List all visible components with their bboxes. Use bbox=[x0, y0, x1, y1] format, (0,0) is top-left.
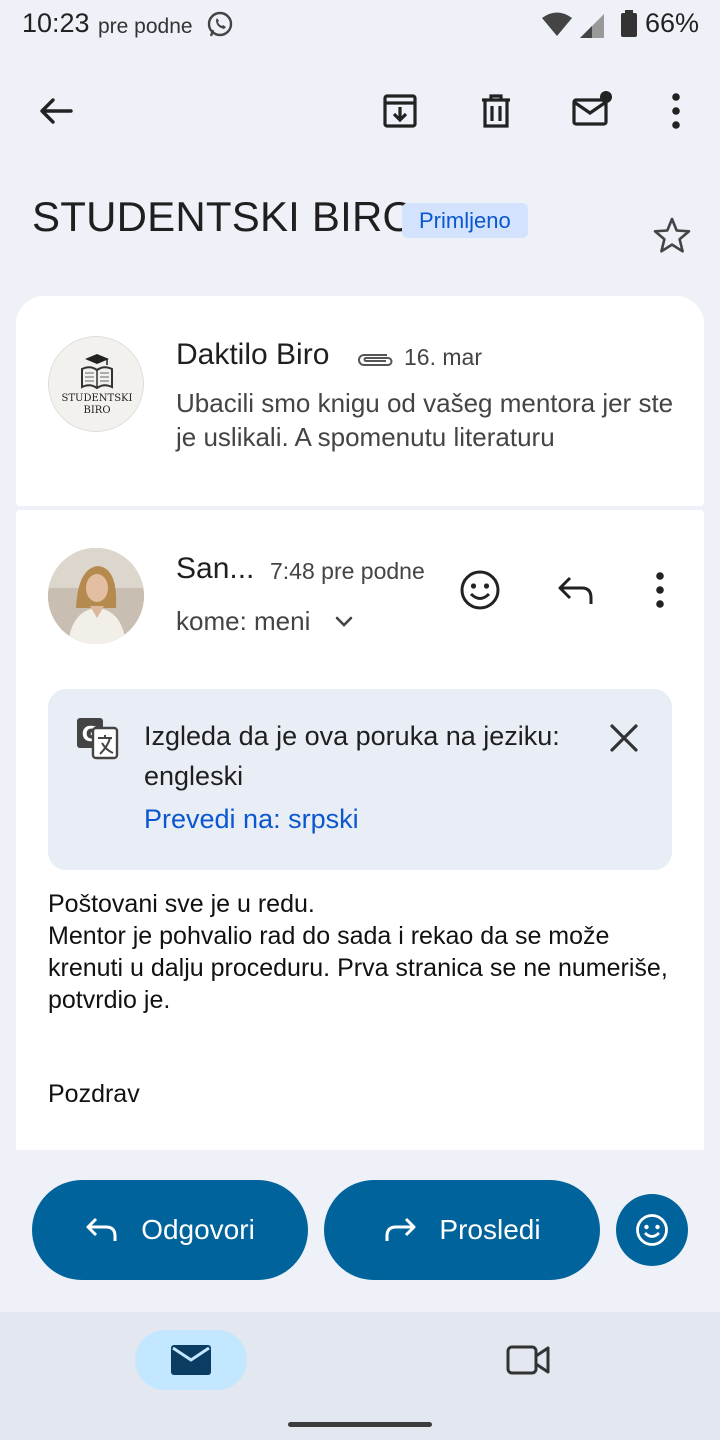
sender-name: Daktilo Biro bbox=[176, 338, 330, 371]
translate-message: Izgleda da je ova poruka na jeziku: engl… bbox=[144, 721, 560, 791]
bottom-navigation bbox=[0, 1312, 720, 1440]
archive-icon bbox=[383, 94, 417, 128]
message-more-button[interactable] bbox=[634, 564, 686, 616]
add-reaction-button[interactable] bbox=[454, 564, 506, 616]
signal-icon bbox=[540, 10, 608, 40]
video-camera-icon bbox=[506, 1345, 550, 1375]
forward-action-button[interactable]: Prosledi bbox=[324, 1180, 600, 1280]
avatar-text-top: STUDENTSKI bbox=[62, 393, 133, 404]
sender-name: San... bbox=[176, 552, 255, 585]
more-options-button[interactable] bbox=[648, 83, 704, 139]
mark-unread-button[interactable] bbox=[564, 83, 620, 139]
reply-action-label: Odgovori bbox=[141, 1214, 255, 1245]
forward-icon bbox=[385, 1217, 416, 1241]
star-button[interactable] bbox=[646, 210, 698, 262]
avatar: STUDENTSKI BIRO bbox=[48, 336, 144, 432]
reply-button[interactable] bbox=[550, 564, 602, 616]
translate-icon: G bbox=[75, 716, 119, 760]
mail-icon bbox=[171, 1345, 211, 1375]
tab-mail[interactable] bbox=[135, 1330, 247, 1390]
emoji-icon bbox=[636, 1214, 668, 1246]
archive-button[interactable] bbox=[372, 83, 428, 139]
close-icon bbox=[610, 724, 638, 752]
message-date: 16. mar bbox=[404, 344, 482, 370]
tab-meet[interactable] bbox=[500, 1335, 556, 1385]
avatar bbox=[48, 548, 144, 644]
status-ampm: pre podne bbox=[98, 15, 193, 38]
close-translate-button[interactable] bbox=[600, 714, 648, 762]
chevron-down-icon[interactable] bbox=[332, 610, 356, 634]
back-arrow-icon bbox=[40, 98, 73, 124]
reaction-action-button[interactable] bbox=[616, 1194, 688, 1266]
reply-icon bbox=[558, 576, 593, 604]
more-vert-icon bbox=[672, 93, 680, 129]
battery-icon bbox=[620, 10, 638, 38]
mark-unread-icon bbox=[572, 91, 612, 126]
recipient-line[interactable]: kome: meni bbox=[176, 606, 310, 637]
message-signoff: Pozdrav bbox=[48, 1080, 140, 1108]
avatar-text-bottom: BIRO bbox=[83, 405, 110, 416]
delete-icon bbox=[482, 94, 510, 128]
back-button[interactable] bbox=[27, 83, 83, 139]
message-snippet: Ubacili smo knigu od vašeg mentora jer s… bbox=[176, 388, 674, 452]
translate-link[interactable]: Prevedi na: srpski bbox=[144, 804, 359, 835]
message-body: Poštovani sve je u redu. Mentor je pohva… bbox=[48, 890, 668, 1014]
forward-action-label: Prosledi bbox=[439, 1214, 541, 1245]
more-vert-icon bbox=[656, 572, 664, 608]
emoji-icon bbox=[460, 570, 500, 610]
thread-subject: STUDENTSKI BIRO bbox=[32, 193, 416, 240]
home-indicator[interactable] bbox=[288, 1422, 432, 1427]
battery-level: 66% bbox=[645, 8, 700, 38]
message-time: 7:48 pre podne bbox=[270, 558, 425, 584]
delete-button[interactable] bbox=[468, 83, 524, 139]
reply-action-button[interactable]: Odgovori bbox=[32, 1180, 308, 1280]
whatsapp-icon bbox=[205, 10, 235, 40]
attachment-icon bbox=[355, 350, 395, 370]
reply-icon bbox=[86, 1217, 117, 1241]
star-icon bbox=[653, 217, 691, 253]
inbox-label-chip[interactable]: Primljeno bbox=[402, 203, 528, 238]
status-time: 10:23 bbox=[22, 8, 90, 38]
